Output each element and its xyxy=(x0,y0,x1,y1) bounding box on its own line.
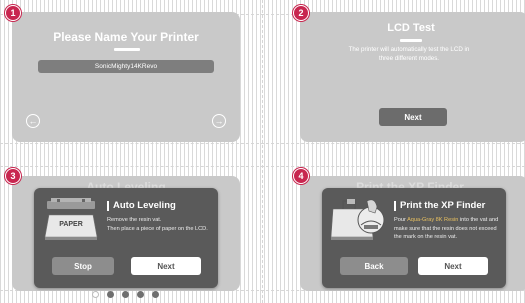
next-button[interactable]: Next xyxy=(418,257,488,275)
pagination-dot[interactable] xyxy=(92,291,99,298)
name-printer-screen: Please Name Your Printer SonicMighty14KR… xyxy=(12,12,240,142)
step-badge: 1 xyxy=(5,5,21,21)
paper-label: PAPER xyxy=(59,221,83,228)
resin-name-highlight: Aqua-Gray 8K Resin xyxy=(407,217,459,223)
resin-vat-illustration xyxy=(329,195,387,243)
paper-on-lcd-illustration: PAPER xyxy=(43,195,99,241)
next-button[interactable]: Next xyxy=(131,257,201,275)
dialog-instructions: Pour Aqua-Gray 8K Resin into the vat and… xyxy=(394,217,499,241)
lcd-test-description: The printer will automatically test the … xyxy=(348,46,470,63)
next-button[interactable]: Next xyxy=(379,108,447,126)
pagination-dot[interactable] xyxy=(152,291,159,298)
auto-leveling-dialog: PAPER Auto Leveling Remove the resin vat… xyxy=(34,188,218,288)
xp-finder-screen: Print the XP Finder Print the XP Finder … xyxy=(300,176,525,291)
arrow-right-circle-icon[interactable]: → xyxy=(212,114,226,128)
screen-title: Please Name Your Printer xyxy=(53,30,199,44)
step-badge: 4 xyxy=(293,168,309,184)
step-badge: 2 xyxy=(293,5,309,21)
dialog-instructions: Remove the resin vat. Then place a piece… xyxy=(107,217,208,232)
title-underline xyxy=(114,48,140,51)
title-underline xyxy=(400,39,422,42)
stop-button[interactable]: Stop xyxy=(52,257,114,275)
xp-finder-dialog: Print the XP Finder Pour Aqua-Gray 8K Re… xyxy=(322,188,506,288)
screen-title: LCD Test xyxy=(387,22,435,34)
lcd-test-screen: LCD Test The printer will automatically … xyxy=(300,12,525,142)
pagination-dot[interactable] xyxy=(107,291,114,298)
arrow-left-circle-icon[interactable]: ← xyxy=(26,114,40,128)
pagination-dot[interactable] xyxy=(122,291,129,298)
step-badge: 3 xyxy=(5,168,21,184)
back-button[interactable]: Back xyxy=(340,257,408,275)
auto-leveling-screen: Auto Leveling PAPER Auto Leveling Remove… xyxy=(12,176,240,291)
printer-name-field[interactable]: SonicMighty14KRevo xyxy=(38,60,214,73)
guide-line xyxy=(262,0,263,303)
dialog-title: Auto Leveling xyxy=(107,201,176,211)
dialog-title: Print the XP Finder xyxy=(394,201,485,211)
pagination-dot[interactable] xyxy=(137,291,144,298)
